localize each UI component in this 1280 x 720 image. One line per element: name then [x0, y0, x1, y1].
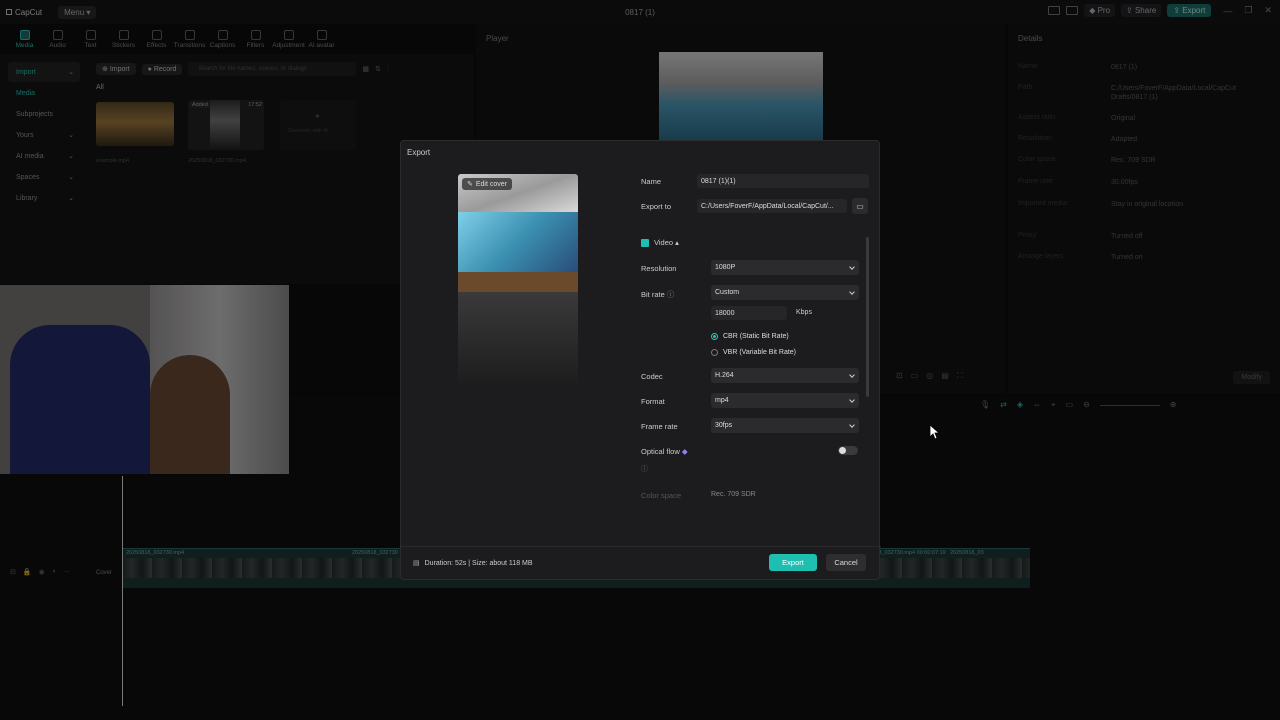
export-dialog: Export ✎ Edit cover Name 0817 (1)(1) Expo…	[400, 140, 881, 580]
format-label: Format	[641, 397, 665, 406]
bitrate-text: Bit rate	[641, 290, 665, 299]
export-to-label: Export to	[641, 202, 672, 211]
footer-divider	[401, 546, 881, 547]
framerate-select[interactable]: 30fps	[711, 418, 859, 433]
film-icon: ▤	[413, 560, 420, 567]
vbr-radio[interactable]: VBR (Variable Bit Rate)	[711, 349, 796, 356]
radio-unselected	[711, 349, 718, 356]
name-input[interactable]: 0817 (1)(1)	[697, 174, 869, 188]
bitrate-value: Custom	[715, 289, 740, 296]
codec-select[interactable]: H.264	[711, 368, 859, 383]
cbr-label: CBR (Static Bit Rate)	[723, 333, 789, 340]
mouse-cursor-icon	[930, 425, 940, 440]
bitrate-select[interactable]: Custom	[711, 285, 859, 300]
export-summary: ▤ Duration: 52s | Size: about 118 MB	[413, 559, 533, 568]
export-path-input[interactable]: C:/Users/FoverF/AppData/Local/CapCut/...	[697, 199, 847, 213]
resolution-select[interactable]: 1080P	[711, 260, 859, 275]
cover-desk	[458, 272, 578, 292]
codec-label: Codec	[641, 372, 663, 381]
framerate-label: Frame rate	[641, 422, 678, 431]
info-icon[interactable]: ⓘ	[667, 290, 675, 299]
chevron-down-icon	[849, 396, 855, 403]
export-summary-text: Duration: 52s | Size: about 118 MB	[424, 559, 533, 567]
edit-cover-button[interactable]: ✎ Edit cover	[462, 178, 512, 190]
kbps-unit: Kbps	[796, 309, 812, 316]
chevron-up-icon: ▴	[675, 238, 679, 247]
kbps-input[interactable]: 18000	[711, 306, 787, 320]
video-label: Video	[654, 238, 674, 247]
cbr-radio[interactable]: CBR (Static Bit Rate)	[711, 333, 789, 340]
resolution-label: Resolution	[641, 264, 677, 273]
export-dialog-title: Export	[407, 148, 431, 157]
edit-cover-label: Edit cover	[475, 180, 507, 188]
folder-icon[interactable]: ▭	[852, 198, 868, 214]
chevron-down-icon	[849, 263, 855, 270]
video-section-label[interactable]: Video ▴	[654, 238, 679, 247]
export-cover-preview[interactable]: ✎ Edit cover	[458, 174, 578, 387]
optical-flow-text: Optical flow	[641, 447, 680, 456]
premium-diamond-icon: ◆	[681, 447, 688, 456]
chevron-down-icon	[849, 288, 855, 295]
format-value: mp4	[715, 397, 729, 404]
name-label: Name	[641, 177, 662, 186]
chevron-down-icon	[849, 371, 855, 378]
cancel-button[interactable]: Cancel	[826, 554, 866, 571]
colorspace-value: Rec. 709 SDR	[711, 491, 756, 498]
chevron-down-icon	[849, 421, 855, 428]
export-button[interactable]: Export	[769, 554, 817, 571]
video-checkbox[interactable]	[641, 239, 649, 247]
optical-flow-toggle[interactable]	[838, 446, 858, 455]
resolution-value: 1080P	[715, 264, 736, 271]
vbr-label: VBR (Variable Bit Rate)	[723, 349, 797, 356]
radio-selected	[711, 333, 718, 340]
bitrate-label: Bit rate ⓘ	[641, 289, 674, 300]
cover-screen	[458, 212, 578, 272]
cover-hands	[458, 292, 578, 387]
colorspace-label: Color space	[641, 491, 682, 500]
codec-value: H.264	[715, 372, 734, 379]
pencil-icon: ✎	[467, 181, 473, 188]
format-select[interactable]: mp4	[711, 393, 859, 408]
framerate-value: 30fps	[715, 422, 733, 429]
info-icon[interactable]: ⓘ	[641, 464, 648, 474]
settings-scrollbar[interactable]	[866, 237, 869, 397]
optical-flow-label: Optical flow ◆	[641, 447, 688, 456]
